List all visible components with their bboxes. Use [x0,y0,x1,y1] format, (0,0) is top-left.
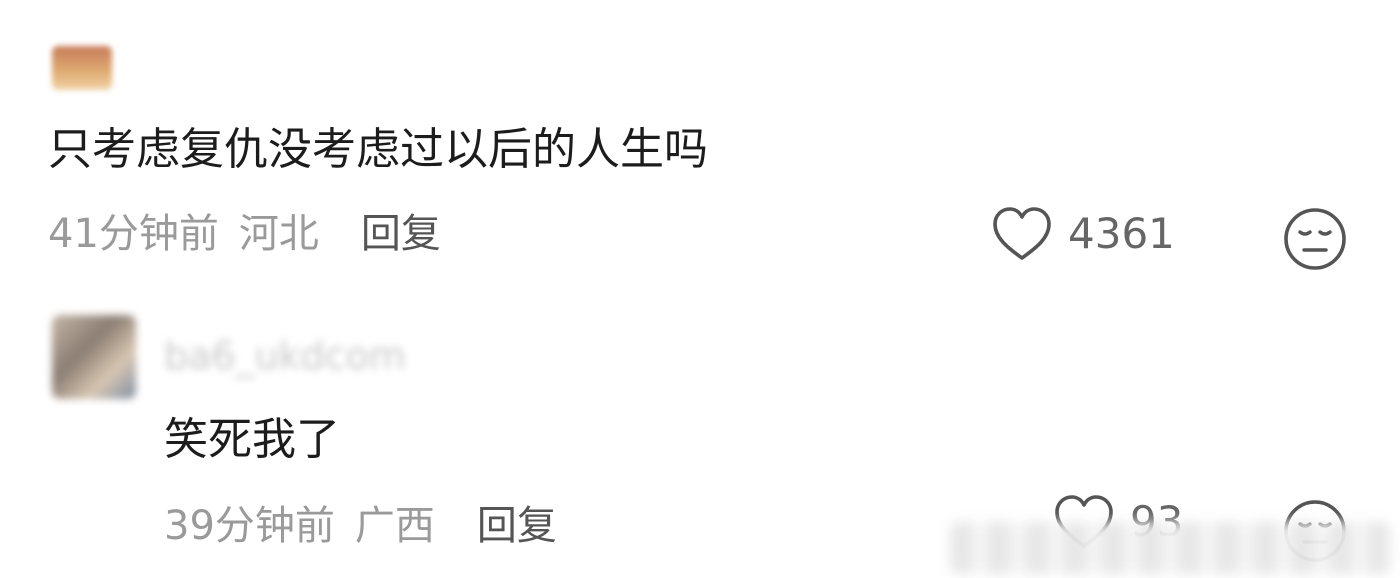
comment-region: 广西 [354,503,435,549]
comment-time: 39分钟前 [164,503,335,549]
comment-text: 只考虑复仇没考虑过以后的人生吗 [48,124,708,175]
reply-button[interactable]: 回复 [477,498,557,554]
avatar[interactable] [52,46,112,90]
avatar[interactable] [52,315,136,399]
comment-region: 河北 [238,211,319,257]
watermark [950,522,1390,574]
comment-meta: 41分钟前 河北 回复 [48,206,441,262]
reply-button[interactable]: 回复 [361,206,441,262]
comment-meta: 39分钟前 广西 回复 [164,498,557,554]
like-count: 4361 [1068,209,1175,258]
comment-text: 笑死我了 [164,414,340,465]
meh-face-icon[interactable] [1282,206,1348,272]
heart-outline-icon [993,207,1051,260]
username[interactable]: ba6_ukdcom [164,330,406,382]
comment-time: 41分钟前 [48,211,219,257]
like-button[interactable]: 4361 [990,206,1175,262]
